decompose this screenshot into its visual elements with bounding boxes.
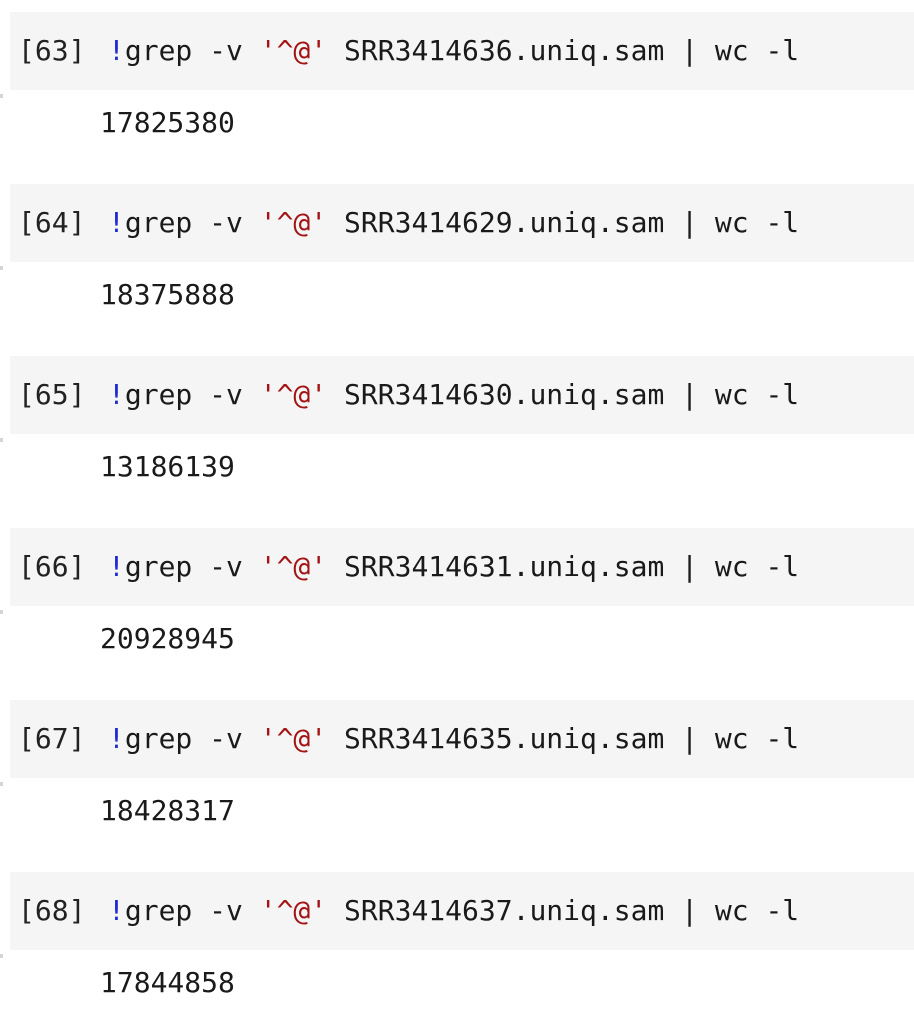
code-line[interactable]: !grep -v '^@' SRR3414636.uniq.sam | wc -… — [108, 37, 799, 65]
command-text: grep -v — [124, 550, 260, 583]
code-cell-input[interactable]: [65] !grep -v '^@' SRR3414630.uniq.sam | … — [10, 356, 914, 434]
notebook-cell[interactable]: [63] !grep -v '^@' SRR3414636.uniq.sam | … — [0, 0, 914, 172]
gutter-marker — [0, 610, 3, 614]
gutter-marker — [0, 94, 3, 98]
string-literal: '^@' — [259, 206, 328, 239]
code-cell-input[interactable]: [68] !grep -v '^@' SRR3414637.uniq.sam | … — [10, 872, 914, 950]
gutter-marker — [0, 438, 3, 442]
notebook-cell[interactable]: [64] !grep -v '^@' SRR3414629.uniq.sam | … — [0, 172, 914, 344]
code-line[interactable]: !grep -v '^@' SRR3414637.uniq.sam | wc -… — [108, 897, 799, 925]
command-text: SRR3414635.uniq.sam | wc -l — [327, 722, 800, 755]
execution-count-prompt: [64] — [18, 206, 86, 239]
shell-bang: ! — [108, 550, 125, 583]
string-literal: '^@' — [259, 550, 328, 583]
command-text: grep -v — [124, 34, 260, 67]
command-text: grep -v — [124, 894, 260, 927]
cell-output: 20928945 — [100, 621, 235, 655]
code-line[interactable]: !grep -v '^@' SRR3414631.uniq.sam | wc -… — [108, 553, 799, 581]
command-text: grep -v — [124, 378, 260, 411]
command-text: grep -v — [124, 206, 260, 239]
string-literal: '^@' — [259, 894, 328, 927]
cell-output: 13186139 — [100, 449, 235, 483]
notebook-cell[interactable]: [68] !grep -v '^@' SRR3414637.uniq.sam | … — [0, 860, 914, 1032]
code-line[interactable]: !grep -v '^@' SRR3414629.uniq.sam | wc -… — [108, 209, 799, 237]
execution-count-prompt: [66] — [18, 550, 86, 583]
string-literal: '^@' — [259, 378, 328, 411]
shell-bang: ! — [108, 894, 125, 927]
execution-count-prompt: [68] — [18, 894, 86, 927]
code-cell-input[interactable]: [66] !grep -v '^@' SRR3414631.uniq.sam | … — [10, 528, 914, 606]
notebook: [63] !grep -v '^@' SRR3414636.uniq.sam | … — [0, 0, 914, 1020]
code-line[interactable]: !grep -v '^@' SRR3414630.uniq.sam | wc -… — [108, 381, 799, 409]
shell-bang: ! — [108, 206, 125, 239]
notebook-cell[interactable]: [66] !grep -v '^@' SRR3414631.uniq.sam | … — [0, 516, 914, 688]
gutter-marker — [0, 954, 3, 958]
execution-count-prompt: [65] — [18, 378, 86, 411]
execution-count-prompt: [67] — [18, 722, 86, 755]
cell-output: 18375888 — [100, 277, 235, 311]
gutter-marker — [0, 782, 3, 786]
code-line[interactable]: !grep -v '^@' SRR3414635.uniq.sam | wc -… — [108, 725, 799, 753]
cell-output: 18428317 — [100, 793, 235, 827]
execution-count-prompt: [63] — [18, 34, 86, 67]
string-literal: '^@' — [259, 722, 328, 755]
string-literal: '^@' — [259, 34, 328, 67]
cell-output: 17844858 — [100, 965, 235, 999]
shell-bang: ! — [108, 722, 125, 755]
code-cell-input[interactable]: [64] !grep -v '^@' SRR3414629.uniq.sam | … — [10, 184, 914, 262]
gutter-marker — [0, 266, 3, 270]
notebook-cell[interactable]: [67] !grep -v '^@' SRR3414635.uniq.sam | … — [0, 688, 914, 860]
command-text: SRR3414637.uniq.sam | wc -l — [327, 894, 800, 927]
notebook-cell[interactable]: [65] !grep -v '^@' SRR3414630.uniq.sam | … — [0, 344, 914, 516]
code-cell-input[interactable]: [67] !grep -v '^@' SRR3414635.uniq.sam | … — [10, 700, 914, 778]
command-text: grep -v — [124, 722, 260, 755]
command-text: SRR3414630.uniq.sam | wc -l — [327, 378, 800, 411]
command-text: SRR3414629.uniq.sam | wc -l — [327, 206, 800, 239]
shell-bang: ! — [108, 34, 125, 67]
cell-output: 17825380 — [100, 105, 235, 139]
command-text: SRR3414631.uniq.sam | wc -l — [327, 550, 800, 583]
code-cell-input[interactable]: [63] !grep -v '^@' SRR3414636.uniq.sam | … — [10, 12, 914, 90]
shell-bang: ! — [108, 378, 125, 411]
command-text: SRR3414636.uniq.sam | wc -l — [327, 34, 800, 67]
